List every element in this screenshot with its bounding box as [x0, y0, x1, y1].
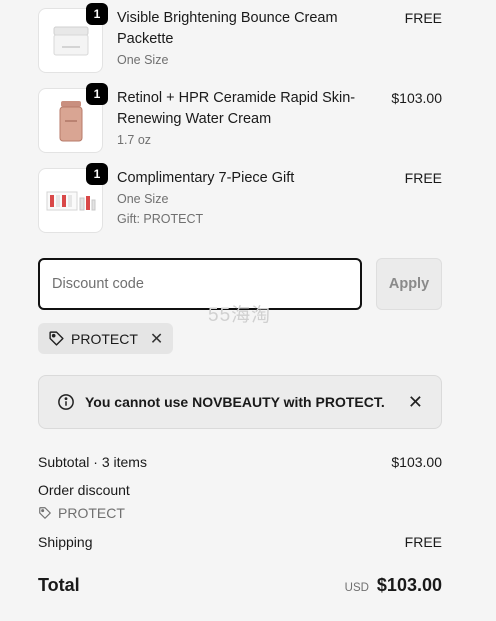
item-title: Retinol + HPR Ceramide Rapid Skin-Renewi… — [117, 90, 356, 127]
order-discount-label: Order discount — [38, 482, 130, 498]
product-thumbnail: 1 — [38, 163, 108, 233]
tag-icon — [39, 507, 51, 519]
cream-jar-rose-icon — [59, 100, 82, 141]
applied-discount-chip: PROTECT ✕ — [38, 323, 174, 354]
applied-code-label: PROTECT — [71, 330, 138, 347]
subtotal-row: Subtotal · 3 items $103.00 — [38, 452, 442, 472]
total-label: Total — [38, 574, 80, 595]
subtotal-value: $103.00 — [391, 454, 442, 470]
item-price: FREE — [404, 170, 442, 186]
subtotal-label: Subtotal · 3 items — [38, 454, 147, 470]
total-value: $103.00 — [376, 574, 442, 595]
cream-jar-icon — [53, 26, 88, 55]
alert-message: You cannot use NOVBEAUTY with PROTECT. — [85, 394, 385, 410]
discount-code-input[interactable] — [38, 258, 362, 310]
watermark: 55海淘 — [208, 305, 272, 326]
total-value-group: USD $103.00 — [345, 575, 442, 596]
shipping-row: Shipping FREE — [38, 532, 442, 552]
shipping-value: FREE — [404, 534, 442, 550]
currency-code: USD — [344, 581, 369, 594]
product-thumbnail: 1 — [38, 83, 108, 153]
order-discount-code-row: PROTECT — [38, 503, 442, 523]
line-item: 1 Complimentary 7-Piece Gift One Size Gi… — [38, 163, 442, 233]
discount-error-alert: You cannot use NOVBEAUTY with PROTECT. ✕ — [38, 375, 442, 429]
apply-button[interactable]: Apply — [376, 258, 442, 310]
info-icon — [58, 394, 74, 410]
item-price: FREE — [404, 10, 442, 26]
quantity-badge: 1 — [86, 3, 108, 25]
order-discount-code: PROTECT — [58, 505, 125, 521]
total-row: Total USD $103.00 — [38, 572, 442, 598]
item-price: $103.00 — [391, 90, 442, 106]
tag-icon — [49, 331, 64, 346]
quantity-badge: 1 — [86, 163, 108, 185]
item-variant: One Size — [117, 192, 169, 206]
item-info: Retinol + HPR Ceramide Rapid Skin-Renewi… — [117, 88, 382, 153]
quantity-badge: 1 — [86, 83, 108, 105]
remove-discount-icon[interactable]: ✕ — [150, 329, 163, 349]
item-title: Complimentary 7-Piece Gift — [117, 170, 295, 186]
item-gift-note: Gift: PROTECT — [117, 212, 204, 226]
gift-set-icon — [46, 191, 95, 210]
close-icon[interactable]: ✕ — [408, 392, 423, 413]
item-info: Visible Brightening Bounce Cream Packett… — [117, 8, 382, 73]
shipping-label: Shipping — [38, 534, 93, 550]
item-info: Complimentary 7-Piece Gift One Size Gift… — [117, 168, 382, 233]
product-thumbnail: 1 — [38, 3, 108, 73]
item-variant: 1.7 oz — [117, 133, 152, 147]
line-item: 1 Retinol + HPR Ceramide Rapid Skin-Rene… — [38, 83, 442, 153]
item-variant: One Size — [117, 53, 169, 67]
line-item: 1 Visible Brightening Bounce Cream Packe… — [38, 3, 442, 73]
order-discount-row: Order discount — [38, 480, 442, 500]
item-title: Visible Brightening Bounce Cream Packett… — [117, 10, 338, 47]
